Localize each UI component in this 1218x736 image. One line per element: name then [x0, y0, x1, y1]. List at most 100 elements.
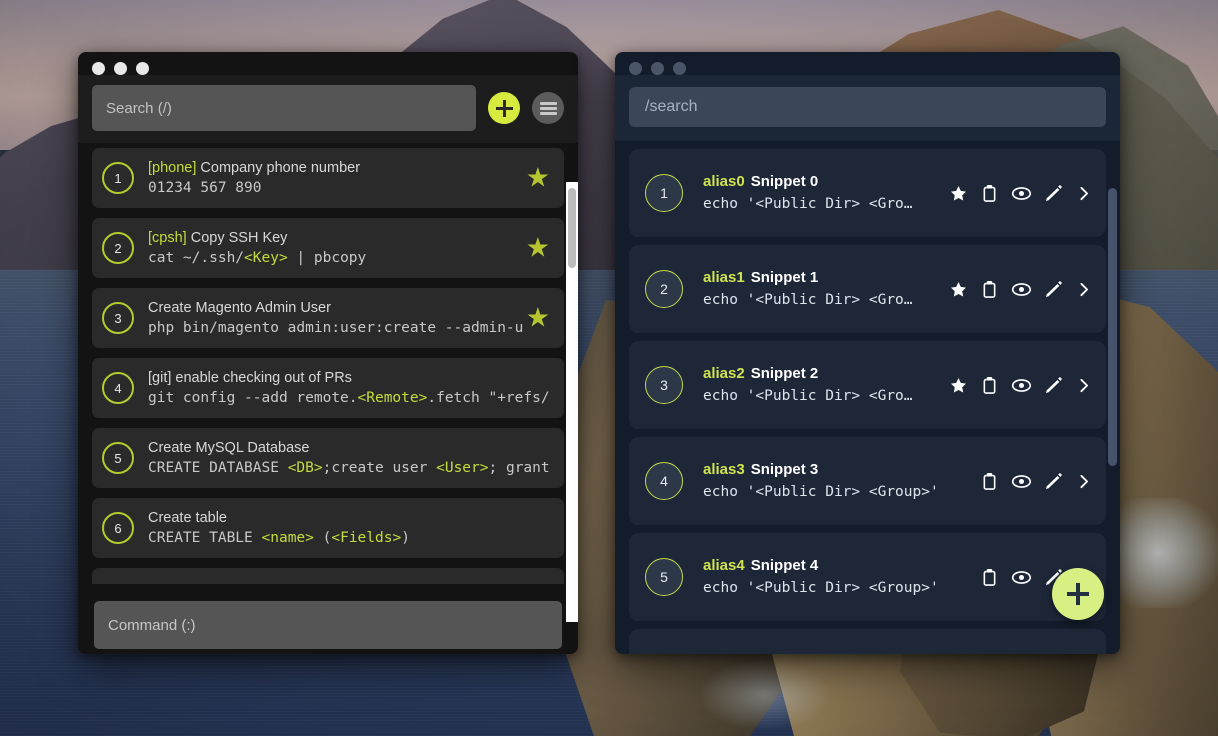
hamburger-icon	[539, 101, 557, 115]
search-input[interactable]	[629, 87, 1106, 127]
eye-icon[interactable]	[1011, 279, 1032, 300]
snippet-list-navy[interactable]: 1 alias0 Snippet 0 echo '<Public Dir> <Gro……	[615, 141, 1120, 654]
clipboard-icon[interactable]	[980, 472, 999, 491]
snippet-window-dark: 1[phone] Company phone number01234 567 8…	[78, 52, 578, 654]
star-icon[interactable]	[949, 184, 968, 203]
star-icon[interactable]: ★	[526, 234, 550, 262]
clipboard-icon[interactable]	[980, 568, 999, 587]
snippet-alias: alias2	[703, 365, 745, 382]
pencil-icon[interactable]	[1044, 472, 1063, 491]
plus-icon	[495, 99, 513, 117]
snippet-title-text: Company phone number	[200, 159, 361, 176]
snippet-row[interactable]: 4 alias3 Snippet 3 echo '<Public Dir> <Grou…	[629, 437, 1106, 525]
snippet-row[interactable]: 1 [phone] Company phone number 01234 567 8…	[92, 148, 564, 208]
snippet-title: Create Magento Admin User	[148, 299, 552, 318]
search-input[interactable]	[92, 85, 476, 131]
star-icon[interactable]	[949, 280, 968, 299]
pencil-icon[interactable]	[1044, 280, 1063, 299]
command-text: )	[401, 529, 410, 546]
snippet-command: git config --add remote.<Remote>.fetch "…	[148, 388, 552, 408]
snippet-title: alias4 Snippet 4	[703, 555, 980, 577]
clipboard-icon[interactable]	[980, 376, 999, 395]
snippet-command: cat ~/.ssh/<Key> | pbcopy	[148, 248, 552, 268]
clipboard-icon[interactable]	[980, 280, 999, 299]
snippet-alias: [cpsh]	[148, 229, 187, 246]
right-scrollbar-thumb[interactable]	[1108, 188, 1117, 466]
snippet-title: [cpsh] Copy SSH Key	[148, 229, 552, 248]
snippet-command: echo '<Public Dir> <Group>'	[703, 580, 939, 596]
command-text: CREATE TABLE	[148, 529, 262, 546]
snippet-text: [phone] Company phone number 01234 567 89…	[148, 159, 552, 198]
chevron-right-icon[interactable]	[1075, 377, 1092, 394]
snippet-row[interactable]: 2 [cpsh] Copy SSH Key cat ~/.ssh/<Key> | p…	[92, 218, 564, 278]
command-variable: <name>	[261, 529, 314, 546]
plus-icon	[1067, 583, 1089, 605]
snippet-text: [cpsh] Copy SSH Key cat ~/.ssh/<Key> | pb…	[148, 229, 552, 268]
minimize-button[interactable]	[114, 62, 127, 75]
star-icon[interactable]: ★	[526, 164, 550, 192]
row-number-badge: 5	[645, 558, 683, 596]
pencil-icon[interactable]	[1044, 376, 1063, 395]
snippet-title-text: Create MySQL Database	[148, 439, 310, 456]
snippet-text: alias4 Snippet 4 echo '<Public Dir> <Group…	[703, 555, 980, 599]
snippet-row[interactable]: 5 Create MySQL Database CREATE DATABASE <D…	[92, 428, 564, 488]
menu-button[interactable]	[532, 92, 564, 124]
star-icon[interactable]	[949, 376, 968, 395]
command-text: php bin/magento admin:user:create --admi…	[148, 319, 524, 336]
command-text: (	[313, 529, 332, 546]
snippet-title: [git] enable checking out of PRs	[148, 369, 552, 388]
command-input[interactable]	[94, 601, 562, 649]
command-text: ; grant	[488, 459, 550, 476]
snippet-row-partial[interactable]	[92, 568, 564, 584]
snippet-text: [git] enable checking out of PRs git conf…	[148, 369, 552, 408]
eye-icon[interactable]	[1011, 471, 1032, 492]
star-icon[interactable]: ★	[526, 304, 550, 332]
snippet-name: Snippet 1	[750, 269, 819, 286]
close-button[interactable]	[92, 62, 105, 75]
snippet-row[interactable]: 4 [git] enable checking out of PRs git con…	[92, 358, 564, 418]
snippet-title: [phone] Company phone number	[148, 159, 552, 178]
eye-icon[interactable]	[1011, 375, 1032, 396]
left-header	[78, 75, 578, 143]
chevron-right-icon[interactable]	[1075, 185, 1092, 202]
row-number-badge: 5	[102, 442, 134, 474]
chevron-right-icon[interactable]	[1075, 473, 1092, 490]
snippet-command: CREATE DATABASE <DB>;create user <User>;…	[148, 458, 552, 478]
eye-icon[interactable]	[1011, 183, 1032, 204]
snippet-command: echo '<Public Dir> <Gro…	[703, 388, 913, 404]
clipboard-icon[interactable]	[980, 184, 999, 203]
chevron-right-icon[interactable]	[1075, 281, 1092, 298]
add-snippet-button[interactable]	[488, 92, 520, 124]
snippet-actions	[949, 375, 1092, 396]
snippet-alias: alias3	[703, 461, 745, 478]
snippet-row[interactable]: 5 alias4 Snippet 4 echo '<Public Dir> <Grou…	[629, 533, 1106, 621]
command-variable: <Key>	[244, 249, 288, 266]
close-button[interactable]	[629, 62, 642, 75]
snippet-list-dark[interactable]: 1 [phone] Company phone number 01234 567 8…	[78, 143, 578, 591]
snippet-title-text: Copy SSH Key	[190, 229, 288, 246]
snippet-row[interactable]: 3 alias2 Snippet 2 echo '<Public Dir> <Gro…	[629, 341, 1106, 429]
left-scrollbar[interactable]	[566, 182, 578, 622]
row-number-badge: 2	[645, 270, 683, 308]
snippet-row[interactable]: 3 Create Magento Admin User php bin/magent…	[92, 288, 564, 348]
snippet-row-partial[interactable]	[629, 629, 1106, 654]
maximize-button[interactable]	[673, 62, 686, 75]
snippet-text: Create Magento Admin User php bin/magento…	[148, 299, 552, 338]
snippet-command: php bin/magento admin:user:create --admi…	[148, 318, 552, 338]
snippet-row[interactable]: 2 alias1 Snippet 1 echo '<Public Dir> <Gro…	[629, 245, 1106, 333]
snippet-window-navy: 1 alias0 Snippet 0 echo '<Public Dir> <Gro……	[615, 52, 1120, 654]
minimize-button[interactable]	[651, 62, 664, 75]
snippet-title: alias3 Snippet 3	[703, 459, 980, 481]
command-text: 01234 567 890	[148, 179, 262, 196]
snippet-name: Snippet 4	[750, 557, 819, 574]
snippet-text: alias2 Snippet 2 echo '<Public Dir> <Gro…	[703, 363, 949, 407]
maximize-button[interactable]	[136, 62, 149, 75]
add-snippet-fab[interactable]	[1052, 568, 1104, 620]
right-scrollbar[interactable]	[1108, 184, 1118, 654]
pencil-icon[interactable]	[1044, 184, 1063, 203]
left-scrollbar-thumb[interactable]	[568, 188, 576, 268]
snippet-row[interactable]: 1 alias0 Snippet 0 echo '<Public Dir> <Gro…	[629, 149, 1106, 237]
snippet-row[interactable]: 6 Create table CREATE TABLE <name> (<Field…	[92, 498, 564, 558]
eye-icon[interactable]	[1011, 567, 1032, 588]
snippet-text: alias1 Snippet 1 echo '<Public Dir> <Gro…	[703, 267, 949, 311]
